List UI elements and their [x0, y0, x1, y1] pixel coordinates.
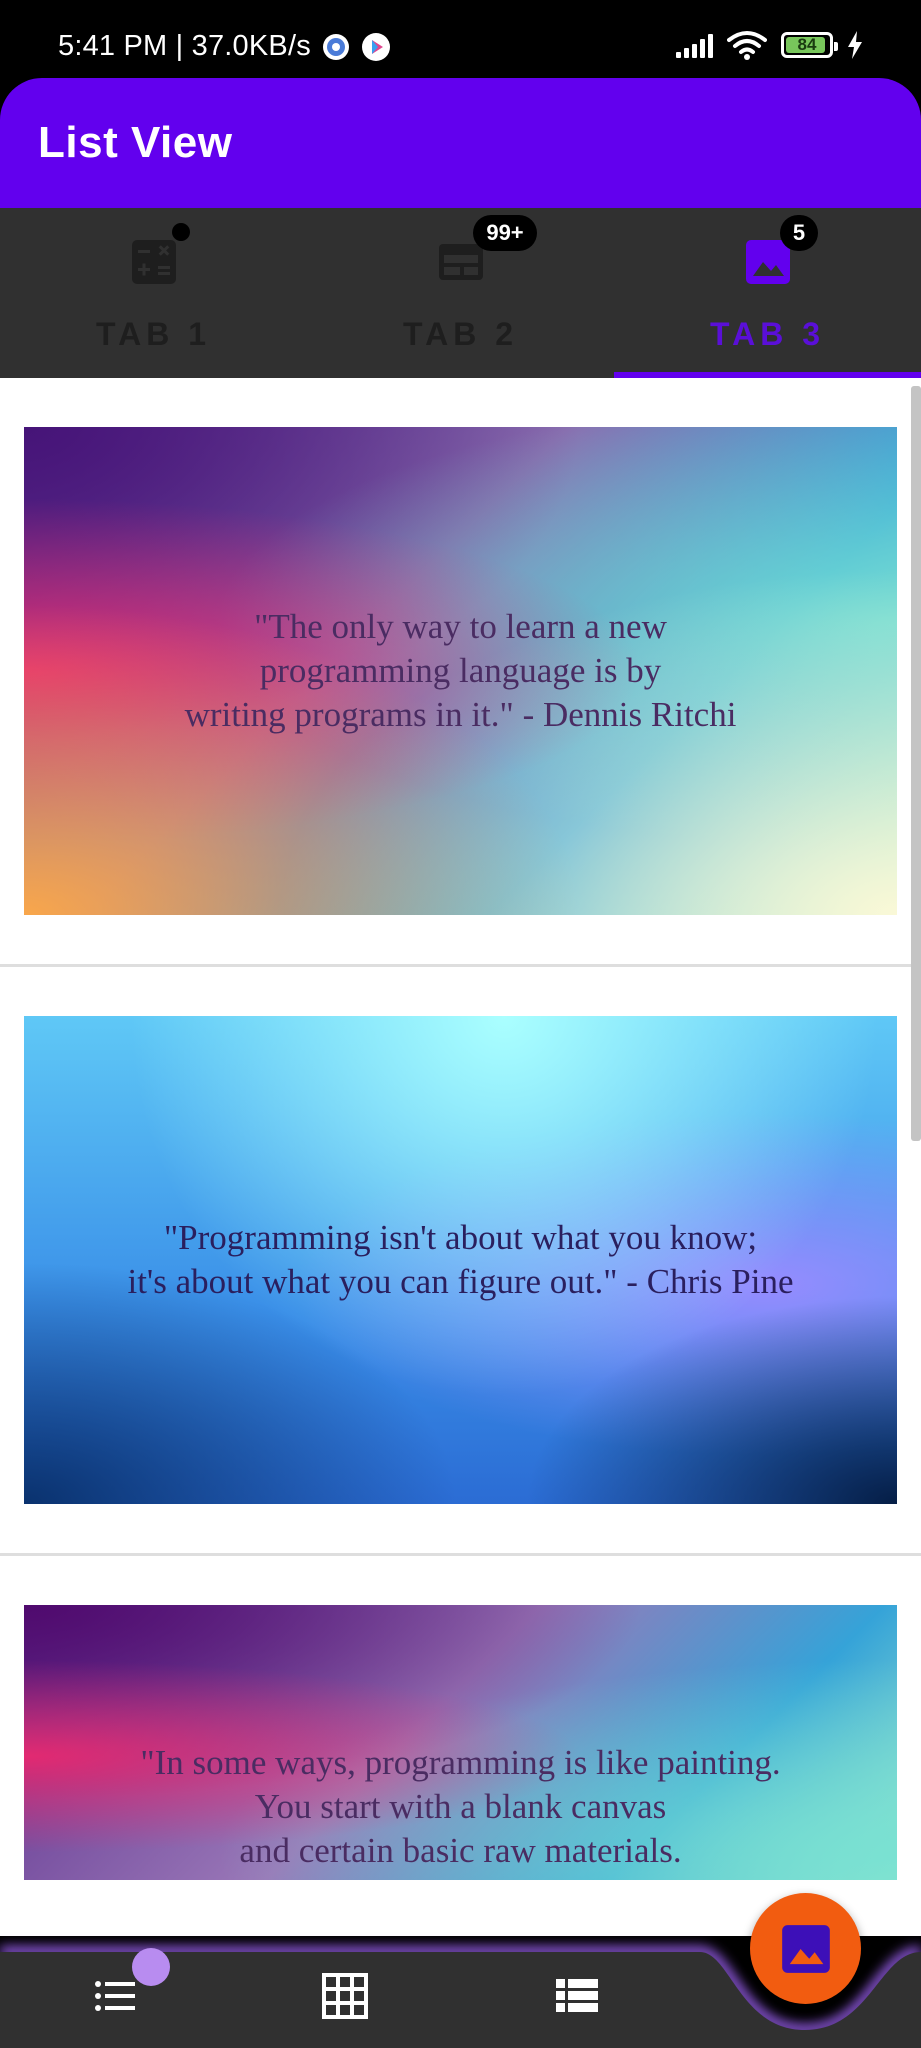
tab-3-badge: 5	[780, 215, 818, 251]
grid-icon[interactable]	[321, 1972, 369, 2020]
list-view[interactable]: "The only way to learn a new programming…	[0, 378, 921, 1936]
play-store-icon	[361, 32, 391, 62]
status-time-speed: 5:41 PM | 37.0KB/s	[58, 30, 311, 62]
tab-1[interactable]: TAB 1	[0, 208, 307, 378]
list-item[interactable]: "In some ways, programming is like paint…	[24, 1605, 897, 1880]
list-item[interactable]: "Programming isn't about what you know; …	[24, 1016, 897, 1504]
list-icon[interactable]	[92, 1972, 140, 2020]
divider	[0, 1553, 921, 1556]
tab-2-badge: 99+	[473, 215, 537, 251]
tab-2-label: TAB 2	[402, 316, 519, 352]
divider	[0, 964, 921, 967]
status-right: 84	[676, 30, 863, 60]
quote-text: "The only way to learn a new programming…	[184, 607, 737, 734]
tab-2[interactable]: 99+ TAB 2	[307, 208, 614, 378]
quote-text: "Programming isn't about what you know; …	[127, 1218, 794, 1301]
image-icon	[781, 1924, 830, 1973]
tab-bar: TAB 1 99+ TAB 2 5 TAB 3	[0, 208, 921, 378]
signal-icon	[676, 32, 713, 58]
wifi-icon	[727, 31, 767, 60]
settings-gear-icon	[321, 32, 351, 62]
scrollbar[interactable]	[911, 386, 921, 1141]
tab-1-label: TAB 1	[95, 316, 212, 352]
charging-icon	[848, 31, 862, 59]
calculator-icon	[131, 240, 176, 284]
fab-button[interactable]	[750, 1893, 861, 2004]
tab-1-dot-badge	[172, 223, 190, 241]
status-left: 5:41 PM | 37.0KB/s	[58, 30, 391, 63]
nav-badge	[132, 1948, 170, 1986]
battery-level: 84	[797, 35, 817, 54]
app-bar: List View	[0, 78, 921, 208]
page-title: List View	[38, 118, 233, 167]
battery-icon: 84	[781, 32, 838, 58]
tab-3-label: TAB 3	[709, 316, 826, 352]
quote-text: "In some ways, programming is like paint…	[140, 1743, 781, 1870]
status-bar: 5:41 PM | 37.0KB/s 84	[0, 0, 921, 78]
view-list-icon[interactable]	[553, 1972, 601, 2020]
tab-3[interactable]: 5 TAB 3	[614, 208, 921, 378]
list-item[interactable]: "The only way to learn a new programming…	[24, 427, 897, 915]
